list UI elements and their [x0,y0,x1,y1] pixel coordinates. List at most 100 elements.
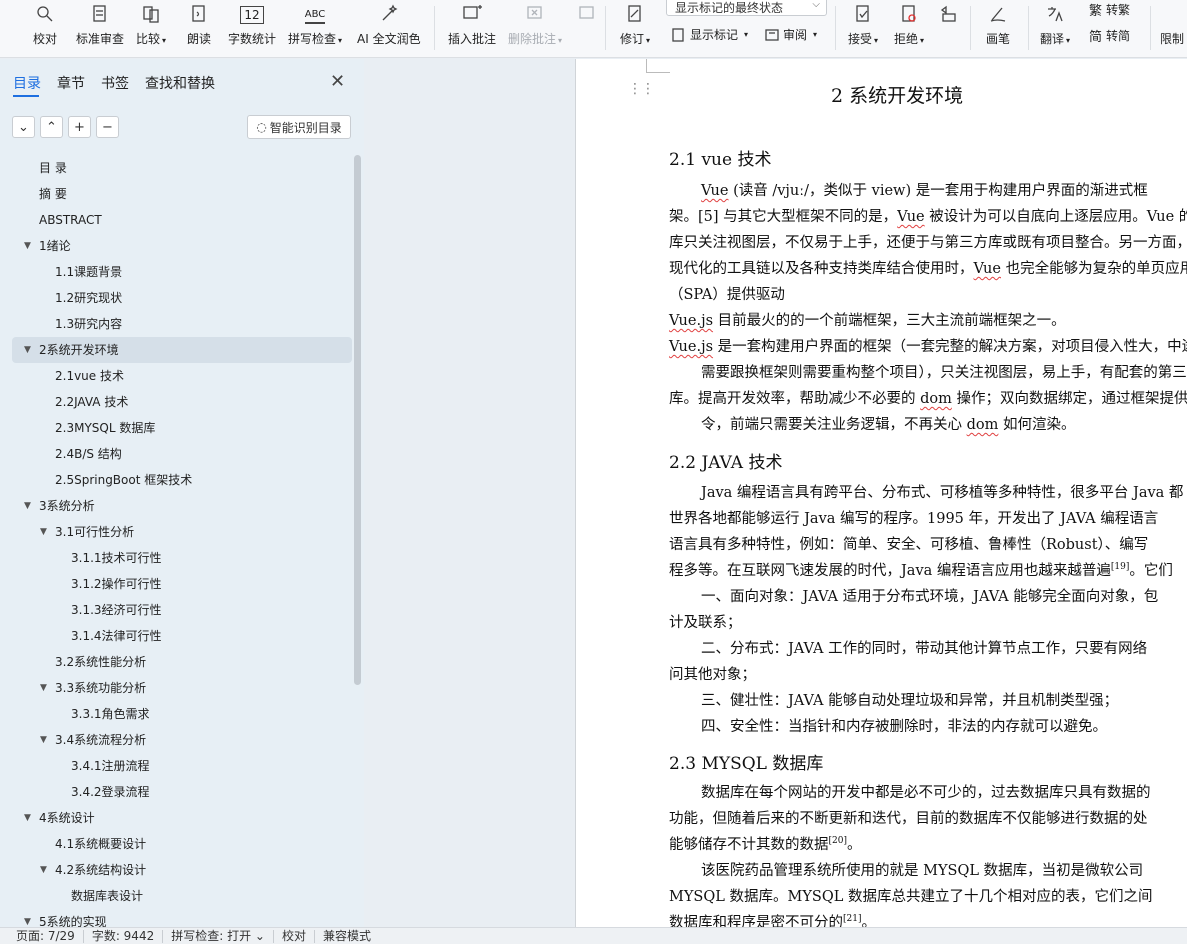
expand-arrow-icon[interactable]: ▼ [40,675,47,701]
translate-button[interactable]: 翻译 ▾ [1040,0,1071,57]
toc-item[interactable]: ▼ 3.1可行性分析 [12,519,352,545]
expand-arrow-icon[interactable]: ▼ [24,493,31,519]
collapse-all-button[interactable]: ⌄ [12,116,35,138]
to-traditional-button[interactable]: 繁转繁 [1089,0,1130,19]
remove-heading-button[interactable]: − [96,116,119,138]
toc-item[interactable]: 目 录 [12,155,352,181]
toc-item[interactable]: ▼ 2系统开发环境 [12,337,352,363]
tab-sections[interactable]: 章节 [57,73,85,97]
minus-icon: − [102,119,113,135]
standard-review-button[interactable]: 标准审查 [76,0,124,57]
toc-item[interactable]: 摘 要 [12,181,352,207]
active-tab-indicator [13,95,39,97]
toc-item[interactable]: 3.4.2登录流程 [12,779,352,805]
toc-item-label: 3.1可行性分析 [55,525,135,539]
toc-item[interactable]: 2.2JAVA 技术 [12,389,352,415]
paragraph-line: 现代化的工具链以及各种支持类库结合使用时，Vue 也完全能够为复杂的单页应用 [669,261,1187,277]
pen-button[interactable]: 画笔 [986,0,1010,57]
document-page[interactable]: ⋮⋮ 2 系统开发环境 2.1 vue 技术 Vue (读音 /vjuː/，类似… [575,59,1187,927]
show-markup-button[interactable]: 显示标记 ▾ [672,26,748,43]
prev-comment-button[interactable] [577,0,597,57]
toc-item[interactable]: ABSTRACT [12,207,352,233]
expand-arrow-icon[interactable]: ▼ [24,805,31,831]
close-icon[interactable]: ✕ [330,73,345,91]
toc-item[interactable]: ▼ 1绪论 [12,233,352,259]
expand-arrow-icon[interactable]: ▼ [24,909,31,927]
expand-arrow-icon[interactable]: ▼ [40,727,47,753]
toc-item[interactable]: 3.3.1角色需求 [12,701,352,727]
toc-scrollbar[interactable] [354,155,361,685]
nav-tabs: 目录 章节 书签 查找和替换 [13,73,231,97]
reject-button[interactable]: 拒绝 ▾ [894,0,924,57]
toc-item[interactable]: 2.1vue 技术 [12,363,352,389]
toc-item[interactable]: 3.1.3经济可行性 [12,597,352,623]
ai-chat-icon: ◌ [256,120,267,134]
toc-item[interactable]: ▼ 4.2系统结构设计 [12,857,352,883]
tab-find-replace[interactable]: 查找和替换 [145,73,215,97]
toc-item-label: 4.1系统概要设计 [55,837,147,851]
proofread-status[interactable]: 校对 [274,929,315,943]
toc-item[interactable]: 数据库表设计 [12,883,352,909]
toc-item[interactable]: 1.3研究内容 [12,311,352,337]
tab-bookmarks[interactable]: 书签 [101,73,129,97]
paragraph-line: 程多等。在互联网飞速发展的时代，Java 编程语言应用也越来越普遍[19]。它们 [669,562,1173,579]
toc-item[interactable]: ▼ 3.4系统流程分析 [12,727,352,753]
expand-arrow-icon[interactable]: ▼ [24,233,31,259]
toc-item[interactable]: 2.4B/S 结构 [12,441,352,467]
drag-handle-icon[interactable]: ⋮⋮ [628,82,655,96]
tab-toc[interactable]: 目录 [13,73,41,97]
navigation-pane: 目录 章节 书签 查找和替换 ✕ ⌄ ⌃ + − ◌ 智能识别目录 目 录摘 要… [0,59,364,927]
toc-item[interactable]: 2.5SpringBoot 框架技术 [12,467,352,493]
smart-toc-button[interactable]: ◌ 智能识别目录 [247,115,351,139]
restrict-button[interactable]: 限制 [1160,0,1184,57]
toc-item[interactable]: 3.1.2操作可行性 [12,571,352,597]
toc-item[interactable]: 3.4.1注册流程 [12,753,352,779]
toc-item[interactable]: 2.3MYSQL 数据库 [12,415,352,441]
toc-item-label: 2.1vue 技术 [55,369,124,383]
word-count-button[interactable]: 12 字数统计 [228,0,276,57]
toc-item[interactable]: 1.2研究现状 [12,285,352,311]
expand-arrow-icon[interactable]: ▼ [40,857,47,883]
toc-item[interactable]: 3.1.1技术可行性 [12,545,352,571]
prev-change-button[interactable] [938,0,958,57]
spell-check-button[interactable]: ABC 拼写检查 ▾ [288,0,342,57]
toc-item[interactable]: 3.1.4法律可行性 [12,623,352,649]
proofread-button[interactable]: 校对 [33,0,57,57]
page-indicator[interactable]: 页面: 7/29 [0,929,84,943]
toc-item-label: 3.1.3经济可行性 [71,603,162,617]
revise-button[interactable]: 修订 ▾ [620,0,650,57]
toc-item-label: 3.4.2登录流程 [71,785,150,799]
toc-item[interactable]: ▼ 3.3系统功能分析 [12,675,352,701]
toc-item-label: 3.1.2操作可行性 [71,577,162,591]
word-count-indicator[interactable]: 字数: 9442 [84,929,164,943]
insert-comment-button[interactable]: 插入批注 [448,0,496,57]
toc-item[interactable]: 4.1系统概要设计 [12,831,352,857]
toc-item[interactable]: 3.2系统性能分析 [12,649,352,675]
ai-polish-button[interactable]: AI 全文润色 [357,0,421,57]
paragraph-line: 数据库在每个网站的开发中都是必不可少的，过去数据库只具有数据的 [701,785,1151,801]
accept-button[interactable]: 接受 ▾ [848,0,878,57]
toc-item-label: 1绪论 [39,239,71,253]
paragraph-line: 架。[5] 与其它大型框架不同的是，Vue 被设计为可以自底向上逐层应用。Vue… [669,209,1187,225]
delete-comment-button[interactable]: 删除批注 ▾ [508,0,562,57]
compare-button[interactable]: 比较 ▾ [136,0,166,57]
to-simplified-button[interactable]: 简转简 [1089,26,1130,45]
toc-item[interactable]: ▼ 4系统设计 [12,805,352,831]
toc-item[interactable]: 1.1课题背景 [12,259,352,285]
spell-check-status[interactable]: 拼写检查: 打开 ⌄ [163,929,274,943]
expand-arrow-icon[interactable]: ▼ [40,519,47,545]
toc-item[interactable]: ▼ 3系统分析 [12,493,352,519]
magic-wand-icon [382,4,398,21]
insert-comment-icon [463,5,482,19]
markup-state-select[interactable]: 显示标记的最终状态 ⌵ [666,0,827,16]
review-pane-button[interactable]: 审阅 ▾ [765,26,817,43]
expand-arrow-icon[interactable]: ▼ [24,337,31,363]
add-heading-button[interactable]: + [68,116,91,138]
read-aloud-button[interactable]: 朗读 [187,0,211,57]
toc-item[interactable]: ▼ 5系统的实现 [12,909,352,927]
expand-up-button[interactable]: ⌃ [40,116,63,138]
chevron-down-icon: ▾ [1066,36,1071,45]
comment-nav-icon [579,6,594,19]
paragraph-line: 库。提高开发效率，帮助减少不必要的 dom 操作；双向数据绑定，通过框架提供的指 [669,391,1187,407]
paragraph-line: 数据库和程序是密不可分的[21]。 [669,914,876,927]
